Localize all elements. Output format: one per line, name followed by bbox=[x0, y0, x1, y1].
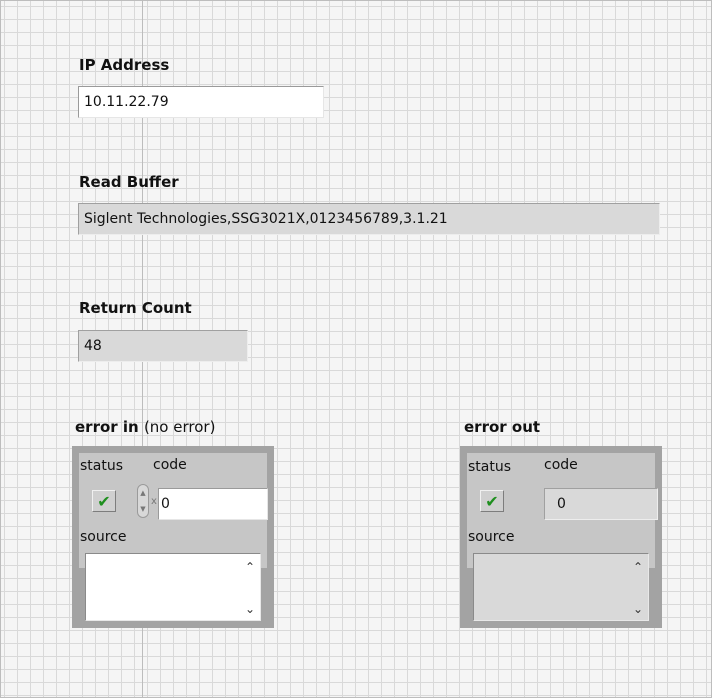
checkmark-icon: ✔ bbox=[480, 490, 504, 512]
return-count-display: 48 bbox=[78, 330, 248, 362]
chevron-up-icon[interactable]: ⌃ bbox=[630, 560, 646, 574]
code-spinner[interactable]: ▲ ▼ bbox=[137, 484, 149, 518]
error-in-code-label: code bbox=[153, 457, 187, 473]
chevron-up-icon[interactable]: ⌃ bbox=[242, 560, 258, 574]
error-in-cluster: status code ✔ ▲ ▼ x 0 source ⌃ ⌄ bbox=[72, 446, 274, 628]
spinner-up-icon[interactable]: ▲ bbox=[140, 489, 145, 497]
error-out-code-display: 0 bbox=[544, 488, 658, 520]
return-count-label: Return Count bbox=[79, 299, 192, 317]
spinner-down-icon[interactable]: ▼ bbox=[140, 505, 145, 513]
error-out-status-label: status bbox=[468, 459, 512, 475]
error-out-label: error out bbox=[464, 418, 541, 436]
error-in-source-label: source bbox=[80, 529, 127, 545]
read-buffer-display: Siglent Technologies,SSG3021X,0123456789… bbox=[78, 203, 660, 235]
read-buffer-label: Read Buffer bbox=[79, 173, 179, 191]
ip-address-input[interactable]: 10.11.22.79 bbox=[78, 86, 324, 118]
chevron-down-icon[interactable]: ⌄ bbox=[242, 602, 258, 616]
radix-indicator: x bbox=[151, 496, 157, 507]
error-in-source-input[interactable]: ⌃ ⌄ bbox=[85, 553, 261, 621]
error-in-status-label: status bbox=[80, 458, 124, 474]
error-out-cluster: status code ✔ x 0 source ⌃ ⌄ bbox=[460, 446, 662, 628]
error-out-source-display: ⌃ ⌄ bbox=[473, 553, 649, 621]
error-out-code-label: code bbox=[544, 457, 578, 473]
error-in-title: error in bbox=[75, 418, 139, 436]
chevron-down-icon[interactable]: ⌄ bbox=[630, 602, 646, 616]
error-in-code-input[interactable]: 0 bbox=[158, 488, 268, 520]
error-out-source-label: source bbox=[468, 529, 515, 545]
error-in-label: error in (no error) bbox=[75, 418, 215, 436]
ip-address-label: IP Address bbox=[79, 56, 170, 74]
error-in-note: (no error) bbox=[143, 418, 216, 436]
checkmark-icon[interactable]: ✔ bbox=[92, 490, 116, 512]
